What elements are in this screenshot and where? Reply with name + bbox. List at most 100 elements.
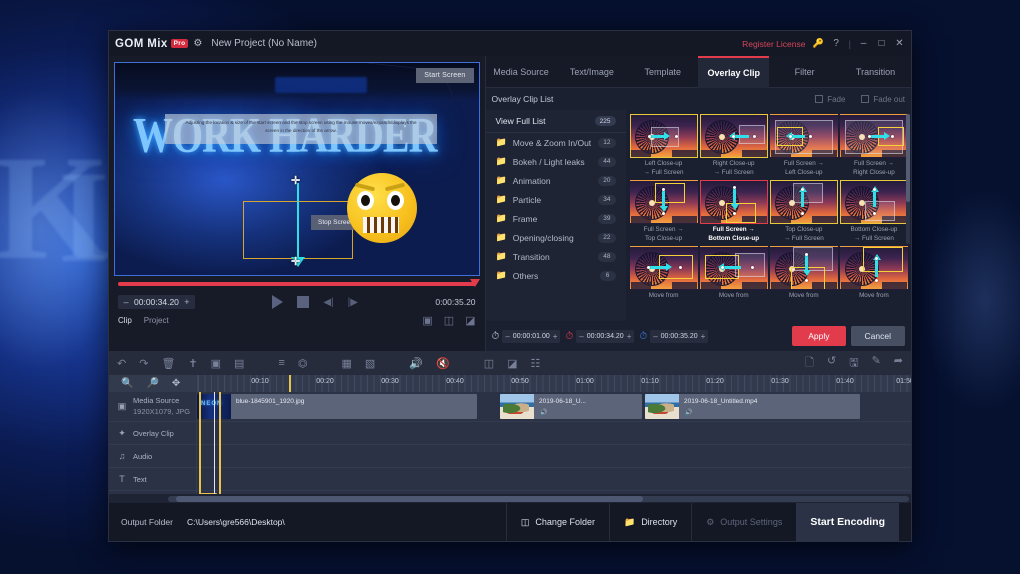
- overlay-item[interactable]: Move from: [769, 246, 838, 309]
- speed-icon[interactable]: ≡: [278, 357, 284, 369]
- overlay-item[interactable]: Move from: [839, 246, 908, 309]
- track-body[interactable]: [197, 445, 911, 467]
- start-screen-button[interactable]: Start Screen: [416, 68, 474, 83]
- overlay-item[interactable]: Top Close-up → Full Screen: [769, 180, 838, 243]
- mid-time-stepper[interactable]: – 00:00:34.20 +: [576, 329, 635, 343]
- sidebar-item-view-full-list[interactable]: View Full List 225: [485, 112, 626, 133]
- tab-clip[interactable]: Clip: [118, 316, 132, 325]
- overlay-item[interactable]: Move from: [699, 246, 768, 309]
- tab-text-image[interactable]: Text/Image: [556, 56, 628, 88]
- overlay-item[interactable]: Full Screen → Right Close-up: [839, 114, 908, 177]
- gear-icon[interactable]: ⚙: [193, 38, 202, 49]
- sidebar-item-transition[interactable]: 📁 Transition 48: [486, 247, 626, 266]
- remove-crop-icon[interactable]: ▤: [234, 357, 244, 370]
- edit-icon[interactable]: ✎: [872, 354, 881, 373]
- video-preview[interactable]: WORK HARDER Start Screen Adjusting the l…: [114, 62, 480, 276]
- tab-overlay-clip[interactable]: Overlay Clip: [698, 56, 770, 88]
- minus-button[interactable]: –: [653, 332, 657, 341]
- overlay-thumbnail[interactable]: [839, 246, 908, 290]
- sidebar-item-move-zoom[interactable]: 📁 Move & Zoom In/Out 12: [486, 133, 626, 152]
- tab-transition[interactable]: Transition: [840, 56, 911, 88]
- directory-button[interactable]: 📁 Directory: [608, 503, 691, 541]
- prev-frame-button[interactable]: ◀|: [323, 297, 333, 308]
- overlay-item[interactable]: Left Close-up → Full Screen: [629, 114, 698, 177]
- next-frame-button[interactable]: |▶: [348, 297, 358, 308]
- timeline-ruler[interactable]: 00:10 00:20 00:30 00:40 00:50 01:00 01:1…: [197, 375, 911, 392]
- overlay-thumbnail[interactable]: [699, 180, 768, 224]
- export-frame-icon[interactable]: ◫: [444, 314, 454, 327]
- sidebar-item-particle[interactable]: 📁 Particle 34: [486, 190, 626, 209]
- overlay-thumbnail[interactable]: [769, 246, 838, 290]
- mute-icon[interactable]: 🔇: [436, 357, 450, 370]
- overlay-thumbnail[interactable]: [629, 246, 698, 290]
- split-icon[interactable]: ✝: [188, 357, 197, 370]
- track-body[interactable]: blue-1845901_1920.jpg 2019-06-18_U... 🔊 …: [197, 392, 911, 421]
- play-button[interactable]: [272, 295, 284, 309]
- key-icon[interactable]: 🔑: [812, 38, 823, 49]
- overlay-thumbnail[interactable]: [769, 114, 838, 158]
- timeline-clip[interactable]: 2019-06-18_Untitled.mp4 🔊: [645, 394, 860, 419]
- tab-filter[interactable]: Filter: [769, 56, 841, 88]
- timeline-selection[interactable]: [199, 392, 221, 494]
- delete-icon[interactable]: 🗑: [161, 357, 175, 370]
- plus-button[interactable]: +: [627, 332, 632, 341]
- fade-out-checkbox[interactable]: Fade out: [861, 95, 905, 104]
- mute-icon[interactable]: 🔊: [685, 409, 692, 416]
- track-body[interactable]: [197, 491, 911, 494]
- plus-button[interactable]: +: [553, 332, 558, 341]
- handle-top-icon[interactable]: ✛: [291, 176, 300, 187]
- export-range-icon[interactable]: ◪: [465, 314, 475, 327]
- redo-icon[interactable]: ↷: [139, 357, 148, 370]
- plus-button[interactable]: +: [701, 332, 706, 341]
- zoom-out-icon[interactable]: 🔎: [146, 378, 158, 389]
- stop-button[interactable]: [297, 296, 310, 308]
- camera-icon[interactable]: ▣: [422, 314, 432, 327]
- cancel-button[interactable]: Cancel: [850, 326, 905, 346]
- new-doc-icon[interactable]: 🗋: [805, 354, 814, 373]
- time-plus-button[interactable]: +: [183, 297, 191, 307]
- maximize-button[interactable]: □: [876, 38, 887, 49]
- sidebar-item-others[interactable]: 📁 Others 6: [486, 266, 626, 285]
- overlay-item[interactable]: Move from: [629, 246, 698, 309]
- overlay-item[interactable]: Full Screen → Top Close-up: [629, 180, 698, 243]
- timeline-clip[interactable]: blue-1845901_1920.jpg: [197, 394, 477, 419]
- change-folder-button[interactable]: ◫ Change Folder: [505, 503, 609, 541]
- crop-icon[interactable]: ▣: [211, 357, 221, 370]
- overlay-item[interactable]: Right Close-up → Full Screen: [699, 114, 768, 177]
- export-icon[interactable]: ➦: [894, 354, 903, 373]
- timeline-hscrollbar[interactable]: [109, 494, 911, 503]
- sidebar-item-opening-closing[interactable]: 📁 Opening/closing 22: [486, 228, 626, 247]
- zoom-in-icon[interactable]: 🔍: [121, 378, 133, 389]
- volume-icon[interactable]: 🔊: [409, 357, 423, 370]
- overlay-thumbnail[interactable]: [629, 180, 698, 224]
- playhead-marker[interactable]: [469, 279, 480, 287]
- grid-scrollbar[interactable]: [906, 114, 910, 244]
- pip-icon[interactable]: ◫: [484, 357, 494, 370]
- track-body[interactable]: [197, 422, 911, 444]
- time-minus-button[interactable]: –: [122, 297, 130, 307]
- tab-template[interactable]: Template: [627, 56, 699, 88]
- overlay-thumbnail[interactable]: [839, 180, 908, 224]
- sidebar-item-animation[interactable]: 📁 Animation 20: [486, 171, 626, 190]
- preview-scrubber[interactable]: [118, 279, 480, 287]
- overlay-thumbnail[interactable]: [699, 246, 768, 290]
- overlay-item-selected[interactable]: Full Screen → Bottom Close-up: [699, 180, 768, 243]
- checkbox-box[interactable]: [861, 95, 870, 103]
- tab-media-source[interactable]: Media Source: [485, 56, 557, 88]
- timeline-playhead-top[interactable]: [289, 375, 291, 392]
- overlay-item[interactable]: Full Screen → Left Close-up: [769, 114, 838, 177]
- fit-icon[interactable]: ✥: [172, 378, 180, 389]
- track-overlay-clip[interactable]: ✦ Overlay Clip: [109, 422, 911, 445]
- checkbox-box[interactable]: [815, 95, 824, 103]
- group-icon[interactable]: ☷: [531, 357, 541, 370]
- close-button[interactable]: ✕: [894, 38, 905, 49]
- register-license-link[interactable]: Register License: [742, 39, 805, 49]
- start-time-stepper[interactable]: – 00:00:01.00 +: [502, 329, 561, 343]
- track-body[interactable]: [197, 468, 911, 490]
- end-time-stepper[interactable]: – 00:00:35.20 +: [650, 329, 709, 343]
- undo-icon[interactable]: ↶: [117, 357, 126, 370]
- fade-checkbox[interactable]: Fade: [815, 95, 845, 104]
- current-time-stepper[interactable]: – 00:00:34.20 +: [118, 295, 195, 309]
- mute-icon[interactable]: 🔊: [540, 409, 547, 416]
- overlay-item[interactable]: Bottom Close-up → Full Screen: [839, 180, 908, 243]
